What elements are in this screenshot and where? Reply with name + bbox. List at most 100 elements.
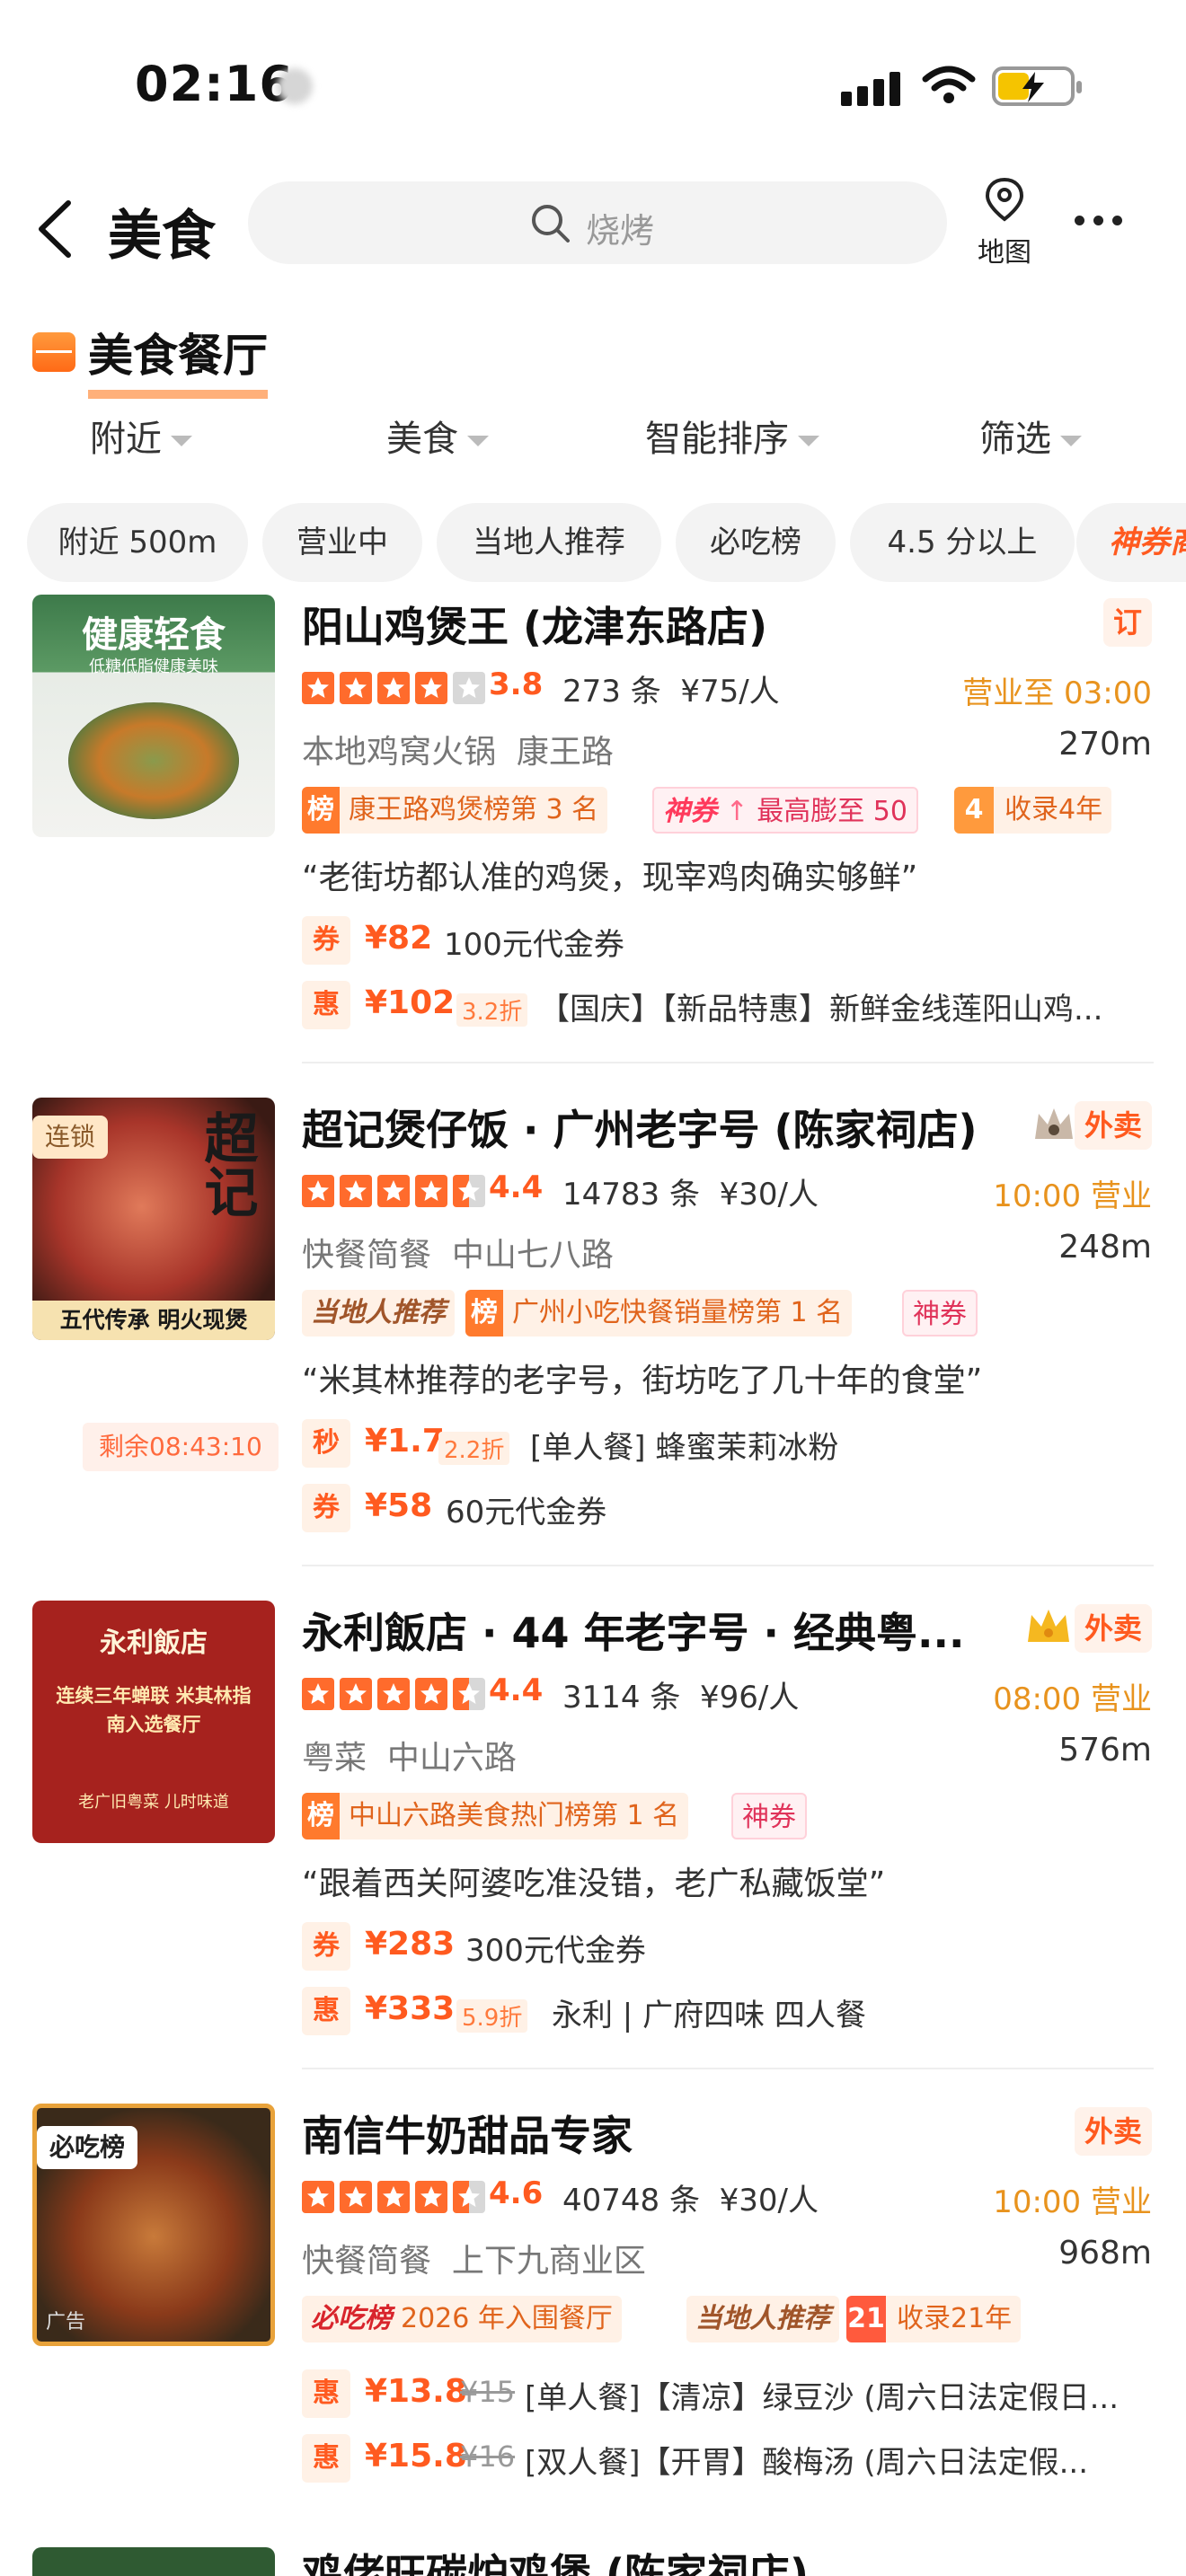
review-count: 40748 条 — [562, 2183, 700, 2219]
flash-sale-countdown: 剩余08:43:10 — [83, 1423, 279, 1471]
restaurant-card[interactable]: 必吃榜 广告 南信牛奶甜品专家 外卖 4.6 40748 条 ¥30/人 10:… — [0, 2104, 1186, 2535]
chip-open-now[interactable]: 营业中 — [262, 503, 422, 582]
quick-filter-chips: 附近 500m 营业中 当地人推荐 必吃榜 4.5 分以上 神券商 — [0, 503, 1186, 586]
local-recommend-tag[interactable]: 当地人推荐 — [686, 2296, 839, 2342]
dropdown-label: 智能排序 — [645, 419, 789, 460]
cuisine-area: 快餐简餐 上下九商业区 — [302, 2235, 646, 2281]
deal-price: ¥283 — [365, 1926, 456, 1963]
dropdown-food[interactable]: 美食 — [386, 410, 489, 462]
distance: 270m — [1058, 726, 1152, 763]
price-per-person: ¥30/人 — [719, 2183, 819, 2219]
area: 康王路 — [516, 734, 614, 771]
coupon-tag[interactable]: 神券 — [731, 1793, 807, 1839]
triangle-down-icon — [798, 436, 819, 446]
must-eat-text: 2026 年入围餐厅 — [401, 2303, 613, 2334]
restaurant-photo: 健康轻食 低糖低脂健康美味 — [32, 595, 275, 837]
restaurant-card[interactable]: 永利飯店 连续三年蝉联 米其林指南入选餐厅 老广旧粤菜 儿时味道 永利飯店 · … — [0, 1601, 1186, 2086]
food-dish-graphic — [68, 702, 239, 819]
chip-nearby-500m[interactable]: 附近 500m — [27, 503, 248, 582]
deal-discount: 3.2折 — [456, 993, 528, 1027]
delivery-badge[interactable]: 外卖 — [1075, 1101, 1152, 1150]
deal-kind: 惠 — [302, 1987, 350, 2035]
star-rating — [302, 1175, 491, 1207]
review-quote: “米其林推荐的老字号，街坊吃了几十年的食堂” — [302, 1363, 983, 1399]
star-icon — [453, 672, 485, 704]
dropdown-filter[interactable]: 筛选 — [979, 410, 1082, 462]
restaurant-photo: 永利飯店 连续三年蝉联 米其林指南入选餐厅 老广旧粤菜 儿时味道 — [32, 1601, 275, 1843]
cuisine: 本地鸡窝火锅 — [302, 734, 497, 771]
star-icon — [415, 1678, 447, 1710]
chip-local-recommend[interactable]: 当地人推荐 — [437, 503, 661, 582]
delivery-badge[interactable]: 外卖 — [1075, 2107, 1152, 2156]
business-status: 10:00 营业 — [993, 2184, 1152, 2220]
dropdown-sort[interactable]: 智能排序 — [645, 410, 819, 462]
status-bar: 02:16 — [0, 0, 1186, 171]
crown-icon — [1024, 1604, 1073, 1651]
business-status: 10:00 营业 — [993, 1178, 1152, 1214]
cuisine-area: 粤菜 中山六路 — [302, 1732, 517, 1778]
restaurant-name[interactable]: 南信牛奶甜品专家 — [302, 2104, 633, 2163]
chip-rating-45[interactable]: 4.5 分以上 — [850, 503, 1075, 582]
restaurant-photo: 连锁 超记 五代传承 明火现煲 — [32, 1098, 275, 1340]
area: 上下九商业区 — [451, 2243, 646, 2280]
star-icon — [377, 2181, 410, 2213]
distance: 248m — [1058, 1229, 1152, 1266]
ranking-tag[interactable]: 榜广州小吃快餐销量榜第 1 名 — [465, 1290, 853, 1337]
deal-kind: 惠 — [302, 2434, 350, 2483]
star-rating — [302, 2181, 491, 2213]
back-button[interactable] — [32, 198, 77, 264]
ranking-prefix: 榜 — [465, 1290, 503, 1337]
review-count: 3114 条 — [562, 1680, 681, 1716]
deal-desc: [单人餐]【清凉】绿豆沙 (周六日法定假日... — [525, 2380, 1120, 2416]
star-rating — [302, 1678, 491, 1710]
ranking-tag[interactable]: 榜中山六路美食热门榜第 1 名 — [302, 1793, 689, 1839]
coupon-tag[interactable]: 神券 — [902, 1290, 978, 1337]
delivery-badge[interactable]: 外卖 — [1075, 1604, 1152, 1653]
chip-must-eat[interactable]: 必吃榜 — [676, 503, 836, 582]
review-price: 3114 条 ¥96/人 — [562, 1672, 799, 1716]
must-eat-tag[interactable]: 必吃榜 2026 年入围餐厅 — [302, 2296, 622, 2342]
restaurant-photo: 必吃榜 广告 — [32, 2104, 275, 2346]
card-divider — [302, 1565, 1154, 1566]
more-options-icon[interactable] — [1075, 212, 1131, 229]
map-label: 地图 — [978, 237, 1031, 269]
ranking-tag[interactable]: 榜康王路鸡煲榜第 3 名 — [302, 787, 608, 834]
star-icon — [453, 1678, 485, 1710]
area: 中山六路 — [386, 1740, 517, 1777]
distance: 576m — [1058, 1732, 1152, 1769]
restaurant-name[interactable]: 超记煲仔饭 · 广州老字号 (陈家祠店) — [302, 1098, 978, 1157]
restaurant-name[interactable]: 阳山鸡煲王 (龙津东路店) — [302, 595, 767, 654]
search-input[interactable]: 烧烤 — [248, 181, 947, 264]
map-button[interactable]: 地图 — [974, 176, 1035, 269]
local-recommend-tag[interactable]: 当地人推荐 — [302, 1290, 455, 1337]
triangle-down-icon — [171, 436, 192, 446]
deal-kind: 秒 — [302, 1419, 350, 1468]
search-placeholder: 烧烤 — [586, 211, 655, 251]
restaurant-card[interactable]: 连锁 超记 五代传承 明火现煲 超记煲仔饭 · 广州老字号 (陈家祠店) 外卖 … — [0, 1098, 1186, 1583]
must-eat-prefix: 必吃榜 — [311, 2303, 392, 2334]
coupon-tag[interactable]: 神券 ↑ 最高膨至 50 — [652, 787, 918, 834]
card-divider — [302, 1062, 1154, 1063]
deal-price: ¥333 — [365, 1990, 456, 2027]
deal-kind: 券 — [302, 1484, 350, 1532]
restaurant-name[interactable]: 鸡佬旺碳炉鸡煲 (陈家祠店) — [302, 2542, 809, 2576]
review-price: 14783 条 ¥30/人 — [562, 1169, 819, 1213]
ranking-text: 康王路鸡煲榜第 3 名 — [349, 794, 599, 825]
chip-coupon-merchant[interactable]: 神券商 — [1076, 503, 1186, 582]
star-icon — [302, 2181, 334, 2213]
restaurant-name[interactable]: 永利飯店 · 44 年老字号 · 经典粤... — [302, 1601, 964, 1660]
cuisine: 快餐简餐 — [302, 1237, 432, 1274]
chevron-left-icon — [39, 200, 71, 258]
deal-kind: 惠 — [302, 2369, 350, 2418]
chain-corner-tag: 连锁 — [32, 1116, 109, 1159]
star-icon — [453, 2181, 485, 2213]
deal-desc: 300元代金券 — [465, 1933, 646, 1969]
restaurant-card[interactable]: 健康轻食 低糖低脂健康美味 阳山鸡煲王 (龙津东路店) 订 3.8 273 条 … — [0, 595, 1186, 1080]
cuisine-area: 快餐简餐 中山七八路 — [302, 1229, 614, 1275]
dropdown-nearby[interactable]: 附近 — [90, 410, 192, 462]
dropdown-label: 筛选 — [979, 419, 1051, 460]
deal-desc: 60元代金券 — [446, 1495, 607, 1531]
restaurant-photo — [32, 2547, 275, 2576]
star-icon — [302, 672, 334, 704]
reserve-badge[interactable]: 订 — [1103, 598, 1152, 647]
